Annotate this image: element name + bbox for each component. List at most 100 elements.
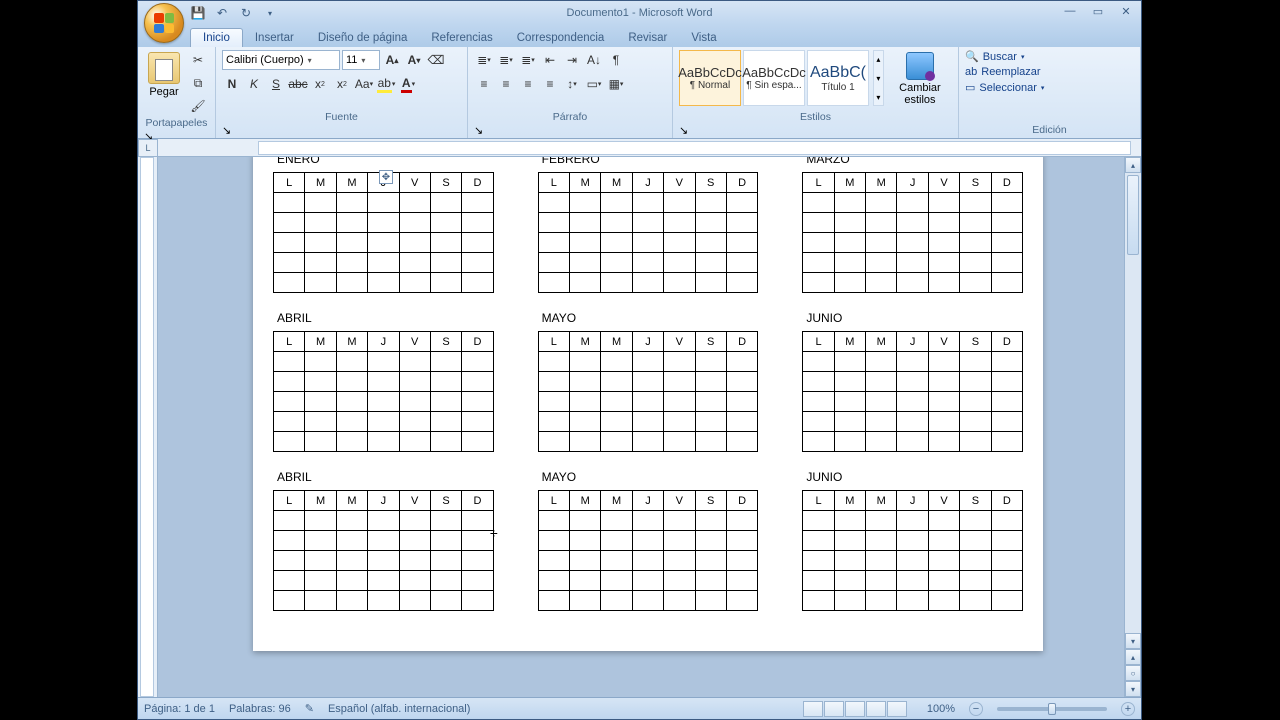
day-cell[interactable] [897, 273, 928, 293]
day-cell[interactable] [430, 591, 461, 611]
day-cell[interactable] [726, 193, 757, 213]
align-center-button[interactable]: ≡ [496, 74, 516, 94]
restore-button[interactable]: ▭ [1087, 3, 1109, 19]
day-cell[interactable] [991, 233, 1022, 253]
day-cell[interactable] [866, 372, 897, 392]
day-cell[interactable] [368, 432, 399, 452]
save-icon[interactable]: 💾 [190, 5, 206, 21]
day-cell[interactable] [928, 352, 959, 372]
close-button[interactable]: ✕ [1115, 3, 1137, 19]
day-cell[interactable] [726, 213, 757, 233]
day-cell[interactable] [274, 213, 305, 233]
horizontal-ruler[interactable] [158, 139, 1141, 157]
font-name-combo[interactable]: Calibri (Cuerpo)▾ [222, 50, 340, 70]
day-cell[interactable] [430, 273, 461, 293]
day-cell[interactable] [462, 531, 493, 551]
day-cell[interactable] [462, 571, 493, 591]
day-cell[interactable] [632, 193, 663, 213]
minimize-button[interactable]: — [1059, 3, 1081, 19]
day-cell[interactable] [538, 432, 569, 452]
styles-launcher[interactable]: ↘ [679, 124, 952, 137]
day-cell[interactable] [399, 531, 430, 551]
day-cell[interactable] [897, 551, 928, 571]
day-cell[interactable] [928, 511, 959, 531]
format-painter-icon[interactable]: 🖌 [188, 96, 208, 116]
day-cell[interactable] [601, 193, 632, 213]
day-cell[interactable] [664, 591, 695, 611]
day-cell[interactable] [430, 511, 461, 531]
day-cell[interactable] [305, 511, 336, 531]
day-cell[interactable] [430, 193, 461, 213]
day-cell[interactable] [695, 392, 726, 412]
copy-icon[interactable]: ⧉ [188, 73, 208, 93]
proofing-icon[interactable]: ✎ [305, 702, 314, 715]
day-cell[interactable] [462, 193, 493, 213]
day-cell[interactable] [695, 571, 726, 591]
day-cell[interactable] [803, 591, 834, 611]
day-cell[interactable] [274, 412, 305, 432]
day-cell[interactable] [834, 591, 865, 611]
day-cell[interactable] [834, 571, 865, 591]
day-cell[interactable] [570, 551, 601, 571]
day-cell[interactable] [399, 193, 430, 213]
day-cell[interactable] [803, 571, 834, 591]
day-cell[interactable] [601, 571, 632, 591]
day-cell[interactable] [399, 412, 430, 432]
view-web[interactable] [845, 701, 865, 717]
day-cell[interactable] [538, 412, 569, 432]
month-table[interactable]: LMMJVSD [802, 331, 1023, 452]
day-cell[interactable] [866, 392, 897, 412]
paragraph-launcher[interactable]: ↘ [474, 124, 666, 137]
day-cell[interactable] [897, 432, 928, 452]
day-cell[interactable] [462, 273, 493, 293]
day-cell[interactable] [991, 432, 1022, 452]
day-cell[interactable] [803, 273, 834, 293]
vertical-ruler[interactable] [138, 157, 158, 697]
line-spacing-button[interactable]: ↕▾ [562, 74, 582, 94]
day-cell[interactable] [368, 352, 399, 372]
month-table[interactable]: LMMJVSD [538, 331, 759, 452]
font-color-button[interactable]: A▾ [398, 74, 418, 94]
scroll-thumb[interactable] [1127, 175, 1139, 255]
day-cell[interactable] [726, 591, 757, 611]
day-cell[interactable] [538, 571, 569, 591]
day-cell[interactable] [960, 412, 991, 432]
day-cell[interactable] [991, 511, 1022, 531]
day-cell[interactable] [834, 511, 865, 531]
day-cell[interactable] [462, 392, 493, 412]
day-cell[interactable] [632, 571, 663, 591]
day-cell[interactable] [570, 531, 601, 551]
day-cell[interactable] [928, 372, 959, 392]
day-cell[interactable] [274, 352, 305, 372]
day-cell[interactable] [570, 273, 601, 293]
inc-indent-button[interactable]: ⇥ [562, 50, 582, 70]
day-cell[interactable] [570, 213, 601, 233]
day-cell[interactable] [928, 213, 959, 233]
day-cell[interactable] [664, 213, 695, 233]
day-cell[interactable] [570, 432, 601, 452]
status-page[interactable]: Página: 1 de 1 [144, 703, 215, 715]
day-cell[interactable] [897, 571, 928, 591]
day-cell[interactable] [726, 432, 757, 452]
document-area[interactable]: ✥ ENEROLMMJVSDFEBREROLMMJVSDMARZOLMMJVSD… [158, 157, 1141, 697]
day-cell[interactable] [462, 412, 493, 432]
month-table[interactable]: LMMJVSD [273, 331, 494, 452]
style-gallery[interactable]: AaBbCcDc¶ Normal AaBbCcDc¶ Sin espa... A… [679, 50, 869, 106]
justify-button[interactable]: ≡ [540, 74, 560, 94]
day-cell[interactable] [803, 392, 834, 412]
bullets-button[interactable]: ≣▾ [474, 50, 494, 70]
day-cell[interactable] [462, 432, 493, 452]
day-cell[interactable] [368, 253, 399, 273]
day-cell[interactable] [570, 193, 601, 213]
zoom-out-button[interactable]: − [969, 702, 983, 716]
superscript-button[interactable]: x2 [332, 74, 352, 94]
month-table[interactable]: LMMJVSD [538, 172, 759, 293]
next-page-icon[interactable]: ▾ [1125, 681, 1141, 697]
day-cell[interactable] [960, 372, 991, 392]
day-cell[interactable] [726, 352, 757, 372]
status-words[interactable]: Palabras: 96 [229, 703, 291, 715]
day-cell[interactable] [834, 352, 865, 372]
day-cell[interactable] [601, 233, 632, 253]
ruler-corner[interactable]: L [138, 139, 158, 157]
day-cell[interactable] [430, 551, 461, 571]
